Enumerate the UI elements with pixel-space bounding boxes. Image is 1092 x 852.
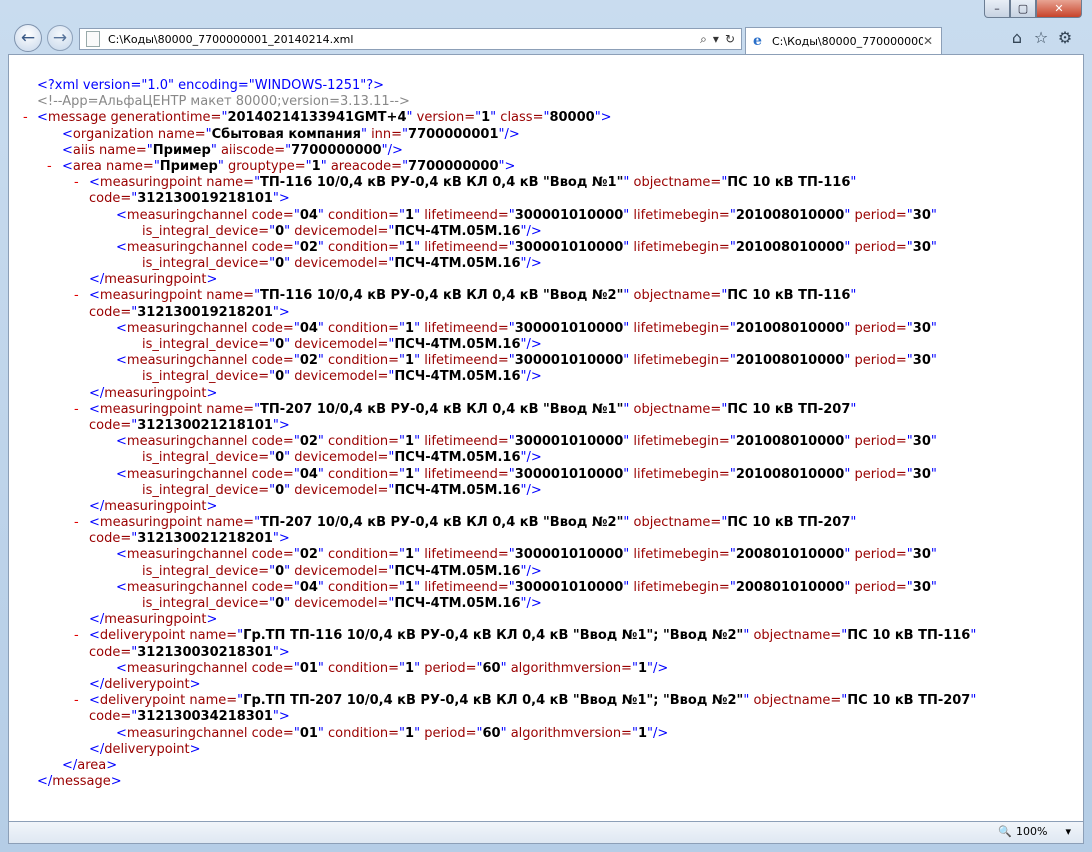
- message-close: </message>: [37, 774, 122, 790]
- measuringchannel-line-cont: is_integral_device="0" devicemodel="ПСЧ-…: [142, 256, 542, 272]
- gear-icon[interactable]: ⚙: [1056, 28, 1074, 48]
- measuringchannel-line-cont: is_integral_device="0" devicemodel="ПСЧ-…: [142, 337, 542, 352]
- search-icon[interactable]: ⌕: [700, 32, 707, 47]
- measuringchannel-line-cont: is_integral_device="0" devicemodel="ПСЧ-…: [142, 223, 542, 239]
- measuringpoint-open: - <measuringpoint name="ТП-116 10/0,4 кВ …: [74, 175, 857, 191]
- measuringpoint-close: </measuringpoint>: [89, 612, 218, 628]
- measuringchannel-line: <measuringchannel code="02" condition="1…: [116, 434, 937, 450]
- collapse-toggle[interactable]: -: [47, 159, 52, 175]
- page-icon: [86, 31, 100, 47]
- favorites-star-icon[interactable]: ☆: [1032, 28, 1050, 48]
- xml-comment: <!--App=АльфаЦЕНТР макет 80000;version=3…: [37, 94, 410, 110]
- measuringchannel-line-cont: is_integral_device="0" devicemodel="ПСЧ-…: [142, 563, 542, 579]
- zoom-icon: 🔍: [998, 825, 1013, 838]
- measuringpoint-code: code="312130021218201">: [89, 531, 290, 547]
- home-icon[interactable]: ⌂: [1008, 28, 1026, 48]
- measuringchannel-line: <measuringchannel code="04" condition="1…: [116, 207, 937, 223]
- measuringchannel-line-cont: is_integral_device="0" devicemodel="ПСЧ-…: [142, 450, 542, 466]
- forward-button[interactable]: →: [47, 25, 73, 51]
- area-open: - <area name="Пример" grouptype="1" areac…: [47, 158, 516, 175]
- tab-current[interactable]: e C:\Коды\80000_7700000001... ✕: [745, 27, 942, 54]
- organization-line: <organization name="Сбытовая компания" i…: [62, 126, 520, 142]
- browser-tools: ⌂ ☆ ⚙: [1008, 28, 1074, 48]
- back-arrow-icon: ←: [20, 28, 36, 48]
- measuringpoint-close: </measuringpoint>: [89, 385, 218, 401]
- measuringchannel-line: <measuringchannel code="02" condition="1…: [116, 353, 937, 369]
- document-view[interactable]: <?xml version="1.0" encoding="WINDOWS-12…: [8, 54, 1084, 822]
- measuringpoint-open: - <measuringpoint name="ТП-207 10/0,4 кВ …: [74, 515, 857, 531]
- measuringchannel-line: <measuringchannel code="04" condition="1…: [116, 466, 937, 482]
- measuringchannel-line: <measuringchannel code="01" condition="1…: [116, 725, 669, 741]
- tab-close-icon[interactable]: ✕: [923, 34, 935, 48]
- window-controls: – ▢ ✕: [984, 0, 1082, 20]
- measuringpoint-code: code="312130021218101">: [89, 417, 290, 433]
- collapse-toggle[interactable]: -: [74, 288, 79, 304]
- deliverypoint-open: - <deliverypoint name="Гр.ТП ТП-116 10/0,…: [74, 628, 977, 644]
- message-open: - <message generationtime="20140214133941…: [23, 110, 612, 126]
- collapse-toggle[interactable]: -: [74, 628, 79, 644]
- dropdown-icon[interactable]: ▾: [713, 32, 719, 46]
- measuringchannel-line-cont: is_integral_device="0" devicemodel="ПСЧ-…: [142, 482, 542, 498]
- aiis-line: <aiis name="Пример" aiiscode="7700000000…: [62, 142, 403, 158]
- collapse-toggle[interactable]: -: [74, 515, 79, 531]
- maximize-button[interactable]: ▢: [1010, 0, 1036, 18]
- measuringchannel-line-cont: is_integral_device="0" devicemodel="ПСЧ-…: [142, 596, 542, 611]
- close-button[interactable]: ✕: [1036, 0, 1082, 18]
- ie-logo-icon: e: [753, 33, 762, 49]
- collapse-toggle[interactable]: -: [74, 402, 79, 418]
- address-url[interactable]: C:\Коды\80000_7700000001_20140214.xml: [108, 33, 700, 46]
- xml-declaration: <?xml version="1.0" encoding="WINDOWS-12…: [37, 78, 385, 93]
- deliverypoint-code: code="312130034218301">: [89, 709, 290, 725]
- zoom-dropdown-icon[interactable]: ▾: [1065, 825, 1071, 838]
- back-button[interactable]: ←: [14, 24, 42, 52]
- measuringchannel-line: <measuringchannel code="02" condition="1…: [116, 239, 937, 255]
- collapse-toggle[interactable]: -: [74, 175, 79, 191]
- measuringpoint-code: code="312130019218201">: [89, 304, 290, 320]
- zoom-control[interactable]: 🔍 100% ▾: [998, 825, 1071, 838]
- address-bar[interactable]: C:\Коды\80000_7700000001_20140214.xml ⌕ …: [79, 28, 742, 50]
- measuringpoint-open: - <measuringpoint name="ТП-207 10/0,4 кВ …: [74, 401, 857, 418]
- deliverypoint-close: </deliverypoint>: [89, 676, 201, 692]
- forward-arrow-icon: →: [52, 28, 68, 48]
- xml-tree: <?xml version="1.0" encoding="WINDOWS-12…: [9, 78, 1079, 790]
- deliverypoint-code: code="312130030218301">: [89, 644, 290, 660]
- measuringpoint-code: code="312130019218101">: [89, 191, 290, 207]
- status-bar: 🔍 100% ▾: [8, 822, 1084, 844]
- collapse-toggle[interactable]: -: [74, 693, 79, 709]
- measuringchannel-line-cont: is_integral_device="0" devicemodel="ПСЧ-…: [142, 369, 542, 385]
- measuringchannel-line: <measuringchannel code="04" condition="1…: [116, 579, 937, 595]
- refresh-icon[interactable]: ↻: [725, 32, 735, 46]
- minimize-button[interactable]: –: [984, 0, 1010, 18]
- collapse-toggle[interactable]: -: [23, 110, 28, 126]
- deliverypoint-close: </deliverypoint>: [89, 741, 201, 757]
- tab-title: C:\Коды\80000_7700000001...: [772, 34, 923, 48]
- measuringchannel-line: <measuringchannel code="04" condition="1…: [116, 320, 937, 336]
- deliverypoint-open: - <deliverypoint name="Гр.ТП ТП-207 10/0,…: [74, 693, 977, 709]
- measuringpoint-close: </measuringpoint>: [89, 498, 218, 514]
- measuringpoint-open: - <measuringpoint name="ТП-116 10/0,4 кВ …: [74, 288, 857, 304]
- measuringpoint-close: </measuringpoint>: [89, 272, 218, 288]
- browser-window: – ▢ ✕ ← → C:\Коды\80000_7700000001_20140…: [0, 0, 1092, 852]
- zoom-level: 100%: [1016, 825, 1048, 838]
- measuringchannel-line: <measuringchannel code="02" condition="1…: [116, 547, 937, 563]
- measuringchannel-line: <measuringchannel code="01" condition="1…: [116, 660, 669, 676]
- area-close: </area>: [62, 757, 118, 773]
